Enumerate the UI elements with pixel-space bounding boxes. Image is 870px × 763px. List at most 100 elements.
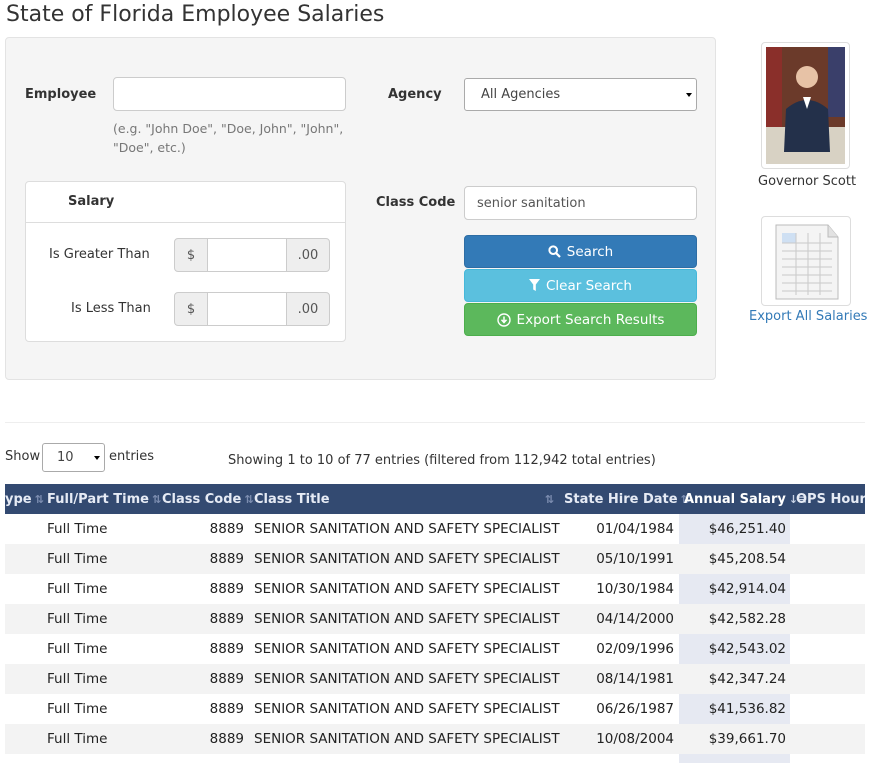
governor-photo: [761, 42, 850, 169]
cell-class-code: 8889: [209, 581, 244, 597]
employee-input[interactable]: [113, 77, 346, 111]
cell-hire-date: 02/09/1996: [596, 641, 674, 657]
cell-class-title: SENIOR SANITATION AND SAFETY SPECIALIST: [254, 581, 560, 597]
cell-class-code: 8889: [209, 641, 244, 657]
cell-class-code: 8889: [209, 521, 244, 537]
cell-class-title: SENIOR SANITATION AND SAFETY SPECIALIST: [254, 521, 560, 537]
cell-hire-date: 05/10/1991: [596, 551, 674, 567]
column-header-type[interactable]: ype ⇅: [5, 484, 44, 514]
governor-portrait-image: [766, 47, 845, 164]
cell-class-title: SENIOR SANITATION AND SAFETY SPECIALIST: [254, 671, 560, 687]
table-row: Full Time 8889 SENIOR SANITATION AND SAFET…: [5, 544, 865, 574]
employee-hint: (e.g. "John Doe", "Doe, John", "John", "…: [113, 121, 344, 155]
salary-min-input[interactable]: [208, 238, 286, 272]
table-row: Full Time 8889 SENIOR SANITATION AND SAFET…: [5, 634, 865, 664]
cell-class-title: SENIOR SANITATION AND SAFETY SPECIALIST: [254, 731, 560, 747]
sort-icon: ⇅: [244, 492, 254, 506]
cell-hire-date: 06/26/1987: [596, 701, 674, 717]
governor-caption: Governor Scott: [758, 174, 857, 189]
chevron-down-icon: [686, 92, 692, 97]
cell-full-part-time: Full Time: [47, 641, 108, 657]
table-row: Full Time 8889 SENIOR SANITATION AND SAFET…: [5, 724, 865, 754]
cell-class-title: SENIOR SANITATION AND SAFETY SPECIALIST: [254, 641, 560, 657]
cell-full-part-time: Full Time: [47, 551, 108, 567]
export-all-thumbnail[interactable]: [761, 216, 851, 306]
export-results-button[interactable]: Export Search Results: [464, 303, 697, 336]
cell-full-part-time: Full Time: [47, 701, 108, 717]
show-label: Show: [5, 449, 41, 464]
page-title: State of Florida Employee Salaries: [6, 2, 385, 27]
sort-icon: ⇅: [151, 492, 162, 506]
cell-class-title: SENIOR SANITATION AND SAFETY SPECIALIST: [254, 551, 560, 567]
greater-than-label: Is Greater Than: [49, 247, 150, 262]
search-icon: [548, 245, 561, 258]
sort-icon: ⇅: [544, 492, 554, 506]
column-header-annual-salary[interactable]: Annual Salary ↓≡: [684, 484, 807, 514]
column-header-class-title[interactable]: Class Title ⇅: [254, 484, 554, 514]
table-row: Full Time 8889 SENIOR SANITATION AND SAFET…: [5, 514, 865, 544]
cents-addon: .00: [286, 292, 330, 326]
salary-max-input[interactable]: [208, 292, 286, 326]
cell-hire-date: 01/04/1984: [596, 521, 674, 537]
entries-label: entries: [109, 449, 155, 464]
table-header: ype ⇅ Full/Part Time ⇅ Class Code ⇅ Class T…: [5, 484, 865, 514]
section-divider: [5, 422, 865, 423]
agency-select[interactable]: All Agencies: [464, 78, 697, 111]
sort-icon: ⇅: [34, 492, 44, 506]
salary-table: ype ⇅ Full/Part Time ⇅ Class Code ⇅ Class T…: [5, 484, 865, 763]
salary-heading-bar: Salary: [26, 182, 345, 223]
cell-annual-salary: $42,347.24: [708, 671, 786, 687]
cell-full-part-time: Full Time: [47, 731, 108, 747]
search-button-label: Search: [566, 243, 614, 260]
cell-class-code: 8889: [209, 731, 244, 747]
cell-annual-salary: $42,914.04: [708, 581, 786, 597]
column-header-full-part-time[interactable]: Full/Part Time ⇅: [47, 484, 161, 514]
table-row: Full Time 8889 SENIOR SANITATION AND SAFET…: [5, 694, 865, 724]
table-row: Full Time 8889 SENIOR SANITATION AND SAFET…: [5, 664, 865, 694]
download-icon: [496, 312, 511, 327]
class-code-input[interactable]: senior sanitation: [464, 186, 697, 220]
currency-addon: $: [174, 292, 208, 326]
less-than-label: Is Less Than: [71, 301, 151, 316]
cell-annual-salary: $41,536.82: [708, 701, 786, 717]
export-button-label: Export Search Results: [516, 311, 665, 328]
table-info: Showing 1 to 10 of 77 entries (filtered …: [228, 453, 656, 468]
chevron-down-icon: [94, 455, 100, 460]
cell-hire-date: 10/30/1984: [596, 581, 674, 597]
clear-search-button[interactable]: Clear Search: [464, 269, 697, 302]
cents-addon: .00: [286, 238, 330, 272]
column-header-class-code[interactable]: Class Code ⇅: [162, 484, 254, 514]
currency-addon: $: [174, 238, 208, 272]
class-code-label: Class Code: [376, 195, 456, 210]
column-header-ops-hourly[interactable]: OPS Hourl: [796, 484, 865, 514]
page-length-value: 10: [57, 450, 74, 465]
cell-class-code: 8889: [209, 671, 244, 687]
cell-class-title: SENIOR SANITATION AND SAFETY SPECIALIST: [254, 611, 560, 627]
cell-annual-salary: $42,543.02: [708, 641, 786, 657]
cell-class-code: 8889: [209, 551, 244, 567]
cell-full-part-time: Full Time: [47, 671, 108, 687]
cell-annual-salary: $42,582.28: [708, 611, 786, 627]
table-row: Full Time 8889 SENIOR SANITATION AND SAFET…: [5, 604, 865, 634]
greater-than-group: $ .00: [174, 238, 330, 272]
filter-icon: [529, 279, 540, 291]
search-button[interactable]: Search: [464, 235, 697, 268]
employee-label: Employee: [25, 87, 97, 102]
less-than-group: $ .00: [174, 292, 330, 326]
cell-class-title: SENIOR SANITATION AND SAFETY SPECIALIST: [254, 701, 560, 717]
salary-heading: Salary: [68, 194, 115, 209]
column-header-hire-date[interactable]: State Hire Date ⇅: [564, 484, 690, 514]
agency-selected-value: All Agencies: [481, 87, 561, 102]
export-all-link[interactable]: Export All Salaries: [749, 309, 867, 324]
cell-class-code: 8889: [209, 611, 244, 627]
spreadsheet-icon: [775, 224, 839, 300]
page-length-select[interactable]: 10: [42, 443, 105, 472]
clear-button-label: Clear Search: [546, 277, 632, 294]
cell-hire-date: 04/14/2000: [596, 611, 674, 627]
cell-hire-date: 08/14/1981: [596, 671, 674, 687]
cell-annual-salary: $45,208.54: [708, 551, 786, 567]
salary-filter-box: Salary Is Greater Than $ .00 Is Less Tha…: [25, 181, 346, 342]
table-row: Full Time 8889 SENIOR SANITATION AND SAFET…: [5, 574, 865, 604]
cell-annual-salary: $39,661.70: [708, 731, 786, 747]
cell-annual-salary: $46,251.40: [708, 521, 786, 537]
